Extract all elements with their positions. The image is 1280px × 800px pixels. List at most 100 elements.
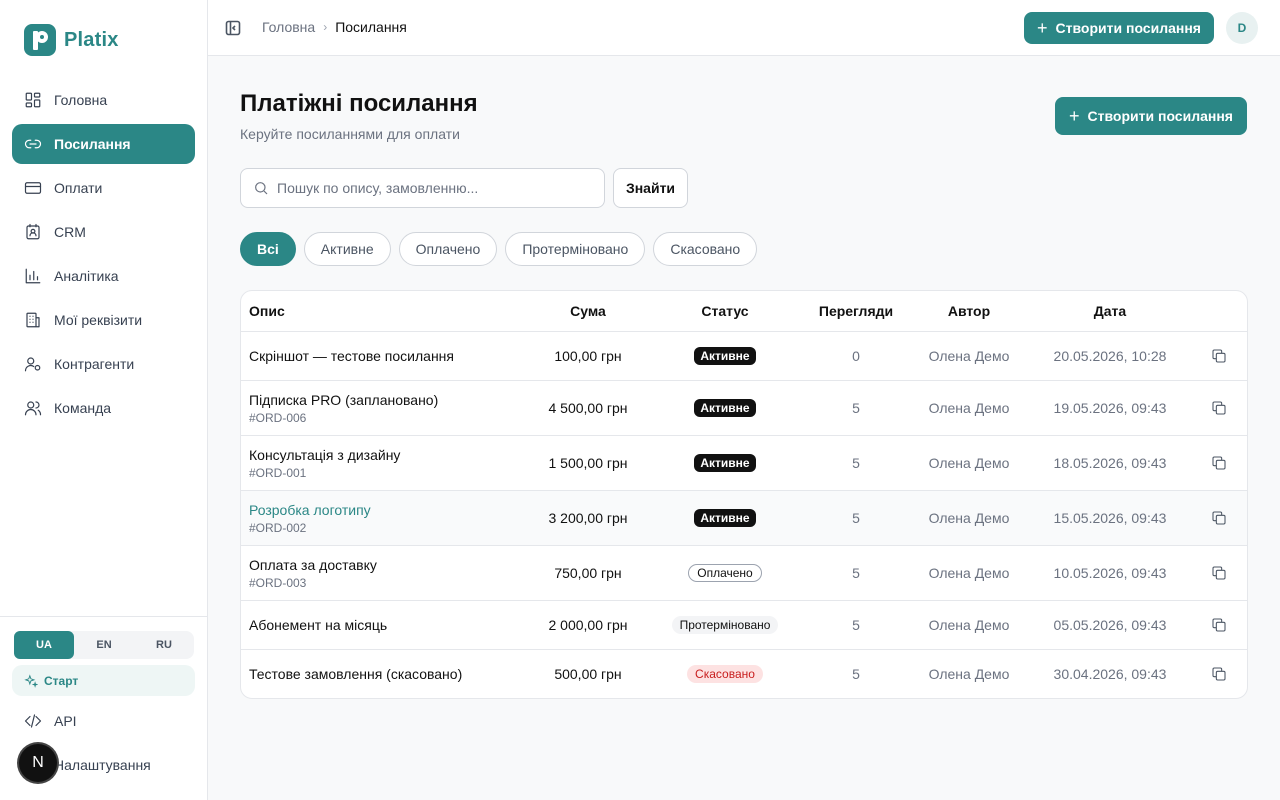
search-icon (255, 182, 268, 195)
row-status: Оплачено (655, 564, 795, 582)
sidebar-toggle-button[interactable] (225, 20, 241, 36)
row-date: 19.05.2026, 09:43 (1053, 400, 1167, 416)
sidebar-item-api[interactable]: API (24, 712, 77, 730)
create-link-button-top[interactable]: + Створити посилання (1024, 12, 1214, 44)
lang-en[interactable]: EN (74, 631, 134, 659)
page-subtitle: Керуйте посиланнями для оплати (240, 126, 460, 142)
copy-icon (1212, 349, 1226, 363)
table-row[interactable]: Абонемент на місяць 2 000,00 грн Протерм… (241, 601, 1247, 650)
column-header-views[interactable]: Перегляди (795, 303, 917, 319)
sidebar-item-home[interactable]: Головна (12, 80, 195, 120)
row-order-id: #ORD-006 (249, 410, 307, 425)
table-row[interactable]: Скріншот — тестове посилання 100,00 грн … (241, 332, 1247, 381)
row-author: Олена Демо (928, 565, 1010, 581)
column-header-author[interactable]: Автор (917, 303, 1021, 319)
row-title[interactable]: Підписка PRO (заплановано) (249, 392, 521, 408)
copy-icon (1212, 401, 1226, 415)
users-icon (24, 399, 42, 417)
column-header-description[interactable]: Опис (241, 303, 521, 319)
filter-all[interactable]: Всі (240, 232, 296, 266)
row-date: 18.05.2026, 09:43 (1053, 455, 1167, 471)
row-amount: 100,00 грн (554, 348, 622, 364)
row-date: 20.05.2026, 10:28 (1053, 348, 1167, 364)
table-row[interactable]: Консультація з дизайну #ORD-001 1 500,00 … (241, 436, 1247, 491)
row-views: 5 (852, 400, 860, 416)
row-title[interactable]: Консультація з дизайну (249, 447, 521, 463)
breadcrumb-current: Посилання (335, 19, 407, 35)
row-amount: 3 200,00 грн (548, 510, 628, 526)
logo-icon (24, 24, 56, 56)
table-row[interactable]: Розробка логотипу #ORD-002 3 200,00 грн А… (241, 491, 1247, 546)
sidebar-item-label: Команда (54, 400, 112, 416)
settings-label: Налаштування (54, 757, 151, 773)
copy-link-button[interactable] (1199, 455, 1239, 471)
sidebar-item-team[interactable]: Команда (12, 388, 195, 428)
filter-cancelled[interactable]: Скасовано (653, 232, 758, 266)
filter-active[interactable]: Активне (303, 232, 391, 266)
start-button[interactable]: Старт (12, 665, 195, 696)
row-status: Протерміновано (655, 616, 795, 634)
create-link-button[interactable]: + Створити посилання (1055, 97, 1247, 135)
breadcrumb-home[interactable]: Головна (262, 19, 315, 35)
sidebar-nav: Головна Посилання Оплати CRM Аналітика М… (12, 80, 195, 432)
copy-link-button[interactable] (1199, 565, 1239, 581)
row-status: Активне (655, 509, 795, 527)
status-badge: Активне (694, 509, 756, 527)
table-row[interactable]: Підписка PRO (заплановано) #ORD-006 4 500… (241, 381, 1247, 436)
sidebar-item-label: Мої реквізити (54, 312, 143, 328)
topbar: Головна › Посилання + Створити посилання… (208, 0, 1280, 56)
sidebar-item-label: Посилання (54, 136, 131, 152)
plus-icon: + (1037, 18, 1048, 38)
links-table: Опис Сума Статус Перегляди Автор Дата Ск… (240, 290, 1248, 699)
filter-expired[interactable]: Протерміновано (505, 232, 646, 266)
row-views: 5 (852, 666, 860, 682)
status-filters: Всі Активне Оплачено Протерміновано Скас… (240, 232, 765, 266)
row-title[interactable]: Оплата за доставку (249, 557, 521, 573)
search-input[interactable] (277, 180, 577, 196)
sidebar-item-analytics[interactable]: Аналітика (12, 256, 195, 296)
plus-icon: + (1069, 106, 1080, 126)
lang-ua[interactable]: UA (14, 631, 74, 659)
app-logo[interactable]: Platix (24, 24, 119, 56)
sidebar-item-crm[interactable]: CRM (12, 212, 195, 252)
sidebar-item-label: Контрагенти (54, 356, 135, 372)
row-title[interactable]: Розробка логотипу (249, 502, 521, 518)
row-date: 30.04.2026, 09:43 (1053, 666, 1167, 682)
column-header-status[interactable]: Статус (655, 303, 795, 319)
sidebar-item-counterparties[interactable]: Контрагенти (12, 344, 195, 384)
row-title[interactable]: Скріншот — тестове посилання (249, 348, 521, 364)
table-row[interactable]: Оплата за доставку #ORD-003 750,00 грн Оп… (241, 546, 1247, 601)
copy-icon (1212, 667, 1226, 681)
copy-link-button[interactable] (1199, 617, 1239, 633)
sidebar-item-requisites[interactable]: Мої реквізити (12, 300, 195, 340)
breadcrumb: Головна › Посилання (262, 19, 407, 35)
row-author: Олена Демо (928, 455, 1010, 471)
column-header-date[interactable]: Дата (1021, 303, 1199, 319)
copy-link-button[interactable] (1199, 400, 1239, 416)
row-title[interactable]: Тестове замовлення (скасовано) (249, 666, 521, 682)
filter-paid[interactable]: Оплачено (398, 232, 498, 266)
dashboard-icon (24, 91, 42, 109)
table-row[interactable]: Тестове замовлення (скасовано) 500,00 гр… (241, 650, 1247, 698)
row-description: Розробка логотипу #ORD-002 (241, 502, 521, 535)
sidebar-item-links[interactable]: Посилання (12, 124, 195, 164)
copy-link-button[interactable] (1199, 348, 1239, 364)
find-button[interactable]: Знайти (613, 168, 688, 208)
row-description: Тестове замовлення (скасовано) (241, 666, 521, 682)
column-header-amount[interactable]: Сума (521, 303, 655, 319)
avatar[interactable]: D (1226, 12, 1258, 44)
building-icon (24, 311, 42, 329)
chevron-right-icon: › (323, 20, 328, 34)
sidebar-item-payments[interactable]: Оплати (12, 168, 195, 208)
row-amount: 2 000,00 грн (548, 617, 628, 633)
sidebar-item-label: Оплати (54, 180, 103, 196)
row-amount: 1 500,00 грн (548, 455, 628, 471)
copy-link-button[interactable] (1199, 510, 1239, 526)
row-title[interactable]: Абонемент на місяць (249, 617, 521, 633)
copy-icon (1212, 511, 1226, 525)
lang-ru[interactable]: RU (134, 631, 194, 659)
sidebar-item-label: Головна (54, 92, 108, 108)
copy-link-button[interactable] (1199, 666, 1239, 682)
dev-tools-badge[interactable]: N (19, 744, 57, 782)
create-link-label: Створити посилання (1087, 108, 1233, 124)
